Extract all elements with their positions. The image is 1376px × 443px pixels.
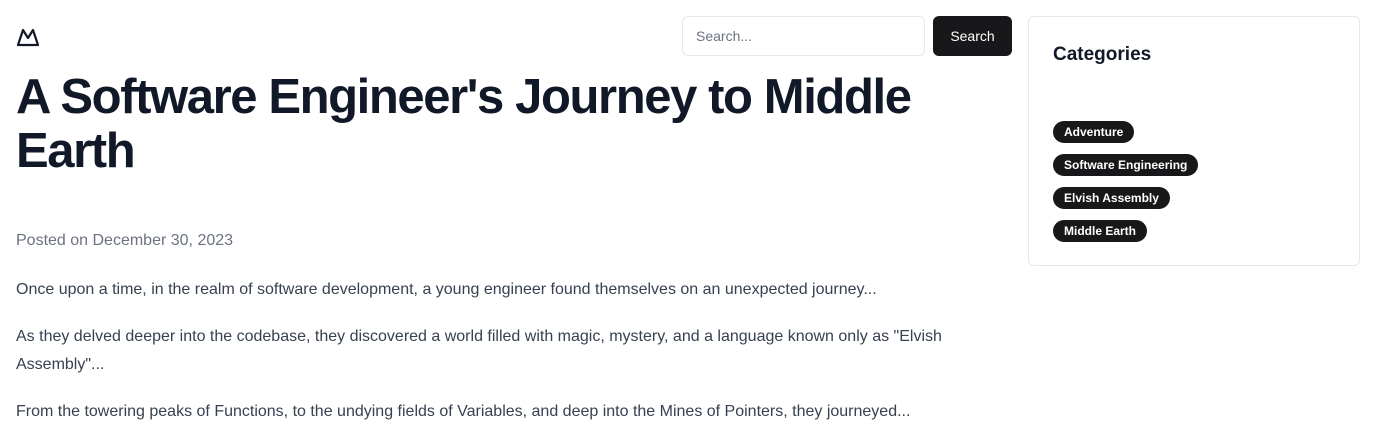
category-tag-list: Adventure Software Engineering Elvish As…: [1053, 121, 1199, 242]
mountain-logo-svg: [16, 28, 40, 47]
search-input[interactable]: [682, 16, 925, 56]
post-date: Posted on December 30, 2023: [16, 232, 234, 249]
article-paragraph: As they delved deeper into the codebase,…: [16, 328, 942, 373]
search-button[interactable]: Search: [933, 16, 1012, 56]
mountain-logo-icon[interactable]: [16, 26, 40, 48]
article-paragraph: From the towering peaks of Functions, to…: [16, 403, 911, 420]
page: Search A Software Engineer's Journey to …: [0, 0, 1376, 443]
categories-sidebar: Categories Adventure Software Engineerin…: [1028, 16, 1360, 266]
article-paragraph: Once upon a time, in the realm of softwa…: [16, 281, 877, 298]
category-tag-adventure[interactable]: Adventure: [1053, 121, 1135, 143]
page-title: A Software Engineer's Journey to Middle …: [16, 70, 912, 178]
category-tag-software-engineering[interactable]: Software Engineering: [1053, 154, 1199, 176]
category-tag-middle-earth[interactable]: Middle Earth: [1053, 220, 1148, 242]
category-tag-elvish-assembly[interactable]: Elvish Assembly: [1053, 187, 1170, 209]
categories-title: Categories: [1053, 44, 1152, 65]
search-bar: Search: [682, 16, 1012, 56]
